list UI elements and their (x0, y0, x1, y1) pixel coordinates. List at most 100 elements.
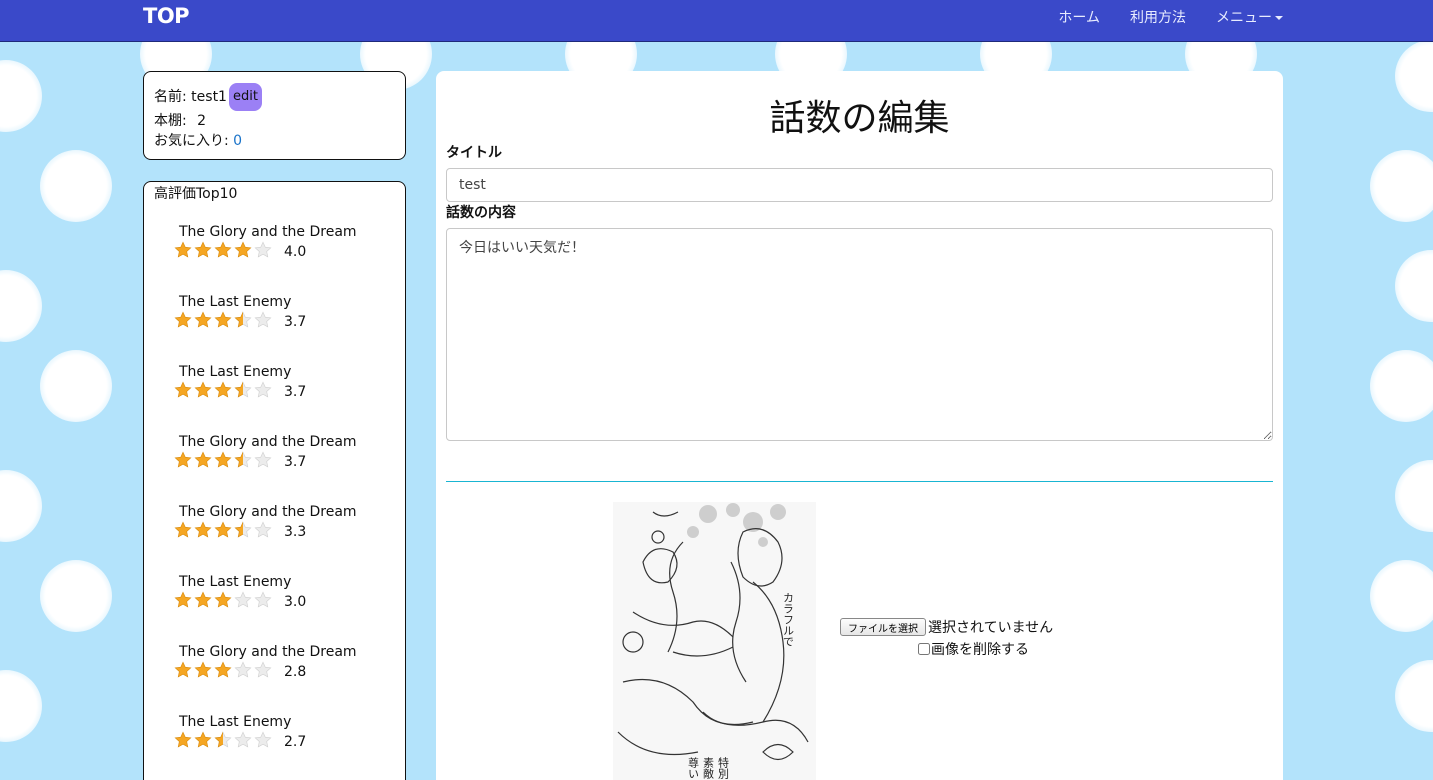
full-star-icon (214, 381, 234, 403)
empty-star-icon (254, 661, 274, 683)
favorites-count-link[interactable]: 0 (233, 133, 242, 149)
empty-star-icon (254, 311, 274, 333)
title-label: タイトル (446, 145, 502, 161)
section-divider (446, 481, 1273, 482)
rating-stars: 3.7 (174, 311, 395, 333)
full-star-icon (194, 241, 214, 263)
ranking-item-score: 3.7 (284, 384, 307, 400)
full-star-icon (194, 381, 214, 403)
ranking-item-title[interactable]: The Last Enemy (179, 573, 395, 591)
profile-card: 名前: test1 edit 本棚: 2 お気に入り: 0 (143, 71, 406, 160)
content-textarea[interactable]: 今日はいい天気だ！ (446, 228, 1273, 441)
ranking-item-title[interactable]: The Last Enemy (179, 363, 395, 381)
empty-star-icon (234, 731, 254, 753)
favorites-row: お気に入り: 0 (154, 132, 395, 150)
profile-name: 名前: test1 (154, 89, 227, 105)
full-star-icon (214, 521, 234, 543)
ranking-item[interactable]: The Glory and the Dream 3.3 (174, 503, 395, 573)
empty-star-icon (234, 661, 254, 683)
full-star-icon (174, 311, 194, 333)
full-star-icon (214, 241, 234, 263)
ranking-item-score: 3.3 (284, 524, 307, 540)
empty-star-icon (234, 591, 254, 613)
half-star-icon (234, 311, 254, 333)
delete-image-checkbox[interactable] (918, 643, 930, 655)
half-star-icon (234, 451, 254, 473)
ranking-item-title[interactable]: The Glory and the Dream (179, 223, 395, 241)
bookshelf-count: 2 (197, 113, 207, 129)
top-navbar: TOP ホーム 利用方法 メニュー (0, 0, 1433, 42)
ranking-item[interactable]: The Last Enemy 3.7 (174, 363, 395, 433)
full-star-icon (194, 451, 214, 473)
empty-star-icon (254, 451, 274, 473)
profile-name-row: 名前: test1 edit (154, 83, 395, 111)
ranking-item-title[interactable]: The Glory and the Dream (179, 503, 395, 521)
ranking-item-score: 3.7 (284, 454, 307, 470)
full-star-icon (194, 311, 214, 333)
svg-text:特別に…: 特別に… (717, 756, 730, 780)
rating-stars: 4.0 (174, 241, 395, 263)
episode-image: カラフルで 特別に… 素敵で… 尊い… (613, 502, 816, 780)
nav-menu-dropdown[interactable]: メニュー (1216, 7, 1283, 27)
empty-star-icon (254, 521, 274, 543)
ranking-item[interactable]: The Last Enemy 3.7 (174, 293, 395, 363)
delete-image-label: 画像を削除する (931, 642, 1029, 658)
svg-text:カラフルで: カラフルで (782, 592, 795, 647)
caret-down-icon (1275, 16, 1283, 20)
ranking-item-title[interactable]: The Last Enemy (179, 293, 395, 311)
empty-star-icon (254, 241, 274, 263)
ranking-item[interactable]: The Last Enemy 3.0 (174, 573, 395, 643)
svg-text:素敵で…: 素敵で… (702, 757, 715, 780)
full-star-icon (174, 241, 194, 263)
ranking-item[interactable]: The Glory and the Dream 2.8 (174, 643, 395, 713)
half-star-icon (234, 381, 254, 403)
edit-profile-button[interactable]: edit (228, 83, 262, 111)
empty-star-icon (254, 591, 274, 613)
rating-stars: 2.7 (174, 731, 395, 753)
favorites-label: お気に入り: (154, 133, 229, 149)
full-star-icon (194, 661, 214, 683)
full-star-icon (174, 591, 194, 613)
rating-stars: 3.3 (174, 521, 395, 543)
episode-edit-panel: 話数の編集 タイトル 話数の内容 今日はいい天気だ！ (436, 71, 1283, 780)
full-star-icon (214, 311, 234, 333)
nav-menu-label: メニュー (1216, 10, 1272, 26)
ranking-item-score: 2.8 (284, 664, 307, 680)
empty-star-icon (254, 731, 274, 753)
bookshelf-row: 本棚: 2 (154, 110, 395, 132)
nav-home-link[interactable]: ホーム (1058, 7, 1100, 27)
full-star-icon (174, 661, 194, 683)
brand-logo[interactable]: TOP (143, 4, 190, 28)
ranking-item[interactable]: The Glory and the Dream 3.7 (174, 433, 395, 503)
rating-stars: 3.0 (174, 591, 395, 613)
ranking-item-title[interactable]: The Glory and the Dream (179, 643, 395, 661)
full-star-icon (194, 521, 214, 543)
content-label: 話数の内容 (446, 205, 516, 221)
rating-stars: 2.8 (174, 661, 395, 683)
full-star-icon (214, 661, 234, 683)
nav-usage-link[interactable]: 利用方法 (1130, 7, 1186, 27)
bookshelf-label: 本棚: (154, 113, 187, 129)
rating-stars: 3.7 (174, 381, 395, 403)
file-controls: ファイルを選択 選択されていません 画像を削除する (840, 617, 1053, 659)
ranking-item-title[interactable]: The Last Enemy (179, 713, 395, 731)
top-rated-card: 高評価Top10 The Glory and the Dream 4.0 The … (143, 181, 406, 780)
ranking-title: 高評価Top10 (154, 186, 238, 202)
half-star-icon (214, 731, 234, 753)
full-star-icon (174, 451, 194, 473)
full-star-icon (214, 591, 234, 613)
ranking-item-score: 3.7 (284, 314, 307, 330)
choose-file-button[interactable]: ファイルを選択 (840, 618, 926, 636)
full-star-icon (194, 591, 214, 613)
file-status-text: 選択されていません (928, 620, 1054, 636)
full-star-icon (194, 731, 214, 753)
title-input[interactable] (446, 168, 1273, 202)
ranking-item[interactable]: The Glory and the Dream 4.0 (174, 223, 395, 293)
full-star-icon (174, 381, 194, 403)
ranking-item-title[interactable]: The Glory and the Dream (179, 433, 395, 451)
full-star-icon (174, 731, 194, 753)
full-star-icon (214, 451, 234, 473)
delete-image-row: 画像を削除する (918, 639, 1053, 659)
ranking-item[interactable]: The Last Enemy 2.7 (174, 713, 395, 780)
image-section: カラフルで 特別に… 素敵で… 尊い… ファイルを選択 選択されていません 画像を… (446, 502, 1273, 780)
